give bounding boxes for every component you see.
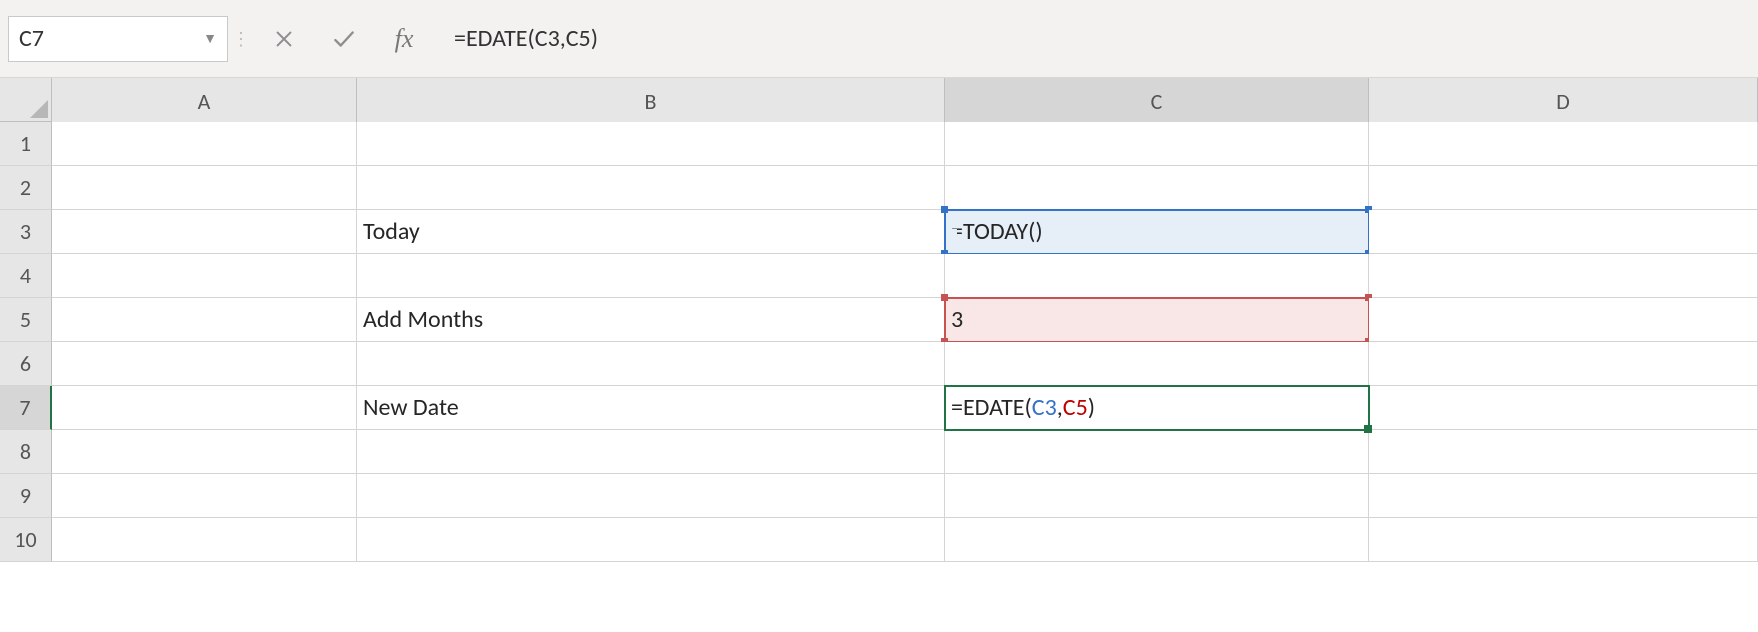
name-box-dropdown-icon[interactable]: ▼ [203, 30, 217, 47]
spreadsheet-grid[interactable]: A B C D 1 2 3 Today =TODAY() 4 5 Add Mon… [0, 78, 1758, 562]
row-header-6[interactable]: 6 [0, 342, 52, 386]
cell-B7[interactable]: New Date [357, 386, 945, 430]
cell-B3[interactable]: Today [357, 210, 945, 254]
row-header-9[interactable]: 9 [0, 474, 52, 518]
cell-B5[interactable]: Add Months [357, 298, 945, 342]
formula-bar-splitter[interactable]: ⋮ [238, 16, 244, 62]
cell-A7[interactable] [52, 386, 357, 430]
cell-B2[interactable] [357, 166, 945, 210]
cell-B1[interactable] [357, 122, 945, 166]
close-icon [273, 28, 295, 50]
fill-handle[interactable] [1364, 425, 1372, 433]
cell-D5[interactable] [1369, 298, 1758, 342]
select-all-corner[interactable] [0, 78, 52, 122]
cancel-button[interactable] [254, 16, 314, 62]
col-header-A[interactable]: A [52, 78, 357, 126]
cell-A10[interactable] [52, 518, 357, 562]
cell-B8[interactable] [357, 430, 945, 474]
cell-B4[interactable] [357, 254, 945, 298]
row-header-8[interactable]: 8 [0, 430, 52, 474]
cell-C8[interactable] [945, 430, 1369, 474]
col-header-C[interactable]: C [945, 78, 1369, 126]
cell-D8[interactable] [1369, 430, 1758, 474]
cell-D10[interactable] [1369, 518, 1758, 562]
name-box[interactable]: ▼ [8, 16, 228, 62]
cell-A6[interactable] [52, 342, 357, 386]
row-header-4[interactable]: 4 [0, 254, 52, 298]
cell-C7-formula: =EDATE(C3,C5) [951, 393, 1095, 422]
cell-D9[interactable] [1369, 474, 1758, 518]
cell-B9[interactable] [357, 474, 945, 518]
formula-input[interactable] [434, 16, 1758, 62]
name-box-input[interactable] [19, 24, 203, 53]
formula-bar: ▼ ⋮ fx [0, 0, 1758, 78]
row-header-7[interactable]: 7 [0, 386, 52, 430]
cell-D7[interactable] [1369, 386, 1758, 430]
enter-button[interactable] [314, 16, 374, 62]
insert-function-button[interactable]: fx [374, 24, 434, 54]
cell-A5[interactable] [52, 298, 357, 342]
cell-C10[interactable] [945, 518, 1369, 562]
cell-C6[interactable] [945, 342, 1369, 386]
cell-C2[interactable] [945, 166, 1369, 210]
cell-C3[interactable]: =TODAY() [945, 210, 1369, 254]
cell-A2[interactable] [52, 166, 357, 210]
cell-C7[interactable]: =EDATE(C3,C5) [945, 386, 1369, 430]
cell-D3[interactable] [1369, 210, 1758, 254]
cell-A4[interactable] [52, 254, 357, 298]
cell-C5[interactable]: 3 [945, 298, 1369, 342]
cell-C1[interactable] [945, 122, 1369, 166]
row-header-1[interactable]: 1 [0, 122, 52, 166]
cell-D6[interactable] [1369, 342, 1758, 386]
cell-C9[interactable] [945, 474, 1369, 518]
cell-A9[interactable] [52, 474, 357, 518]
cell-D4[interactable] [1369, 254, 1758, 298]
cell-D2[interactable] [1369, 166, 1758, 210]
cell-C3-value: =TODAY() [951, 217, 1043, 246]
check-icon [331, 26, 357, 52]
cell-D1[interactable] [1369, 122, 1758, 166]
cell-B10[interactable] [357, 518, 945, 562]
cell-B6[interactable] [357, 342, 945, 386]
col-header-D[interactable]: D [1369, 78, 1758, 126]
row-header-10[interactable]: 10 [0, 518, 52, 562]
cell-A3[interactable] [52, 210, 357, 254]
cell-C5-value: 3 [951, 305, 963, 334]
row-header-5[interactable]: 5 [0, 298, 52, 342]
row-header-3[interactable]: 3 [0, 210, 52, 254]
cell-A8[interactable] [52, 430, 357, 474]
cell-A1[interactable] [52, 122, 357, 166]
row-header-2[interactable]: 2 [0, 166, 52, 210]
col-header-B[interactable]: B [357, 78, 945, 126]
cell-C4[interactable] [945, 254, 1369, 298]
